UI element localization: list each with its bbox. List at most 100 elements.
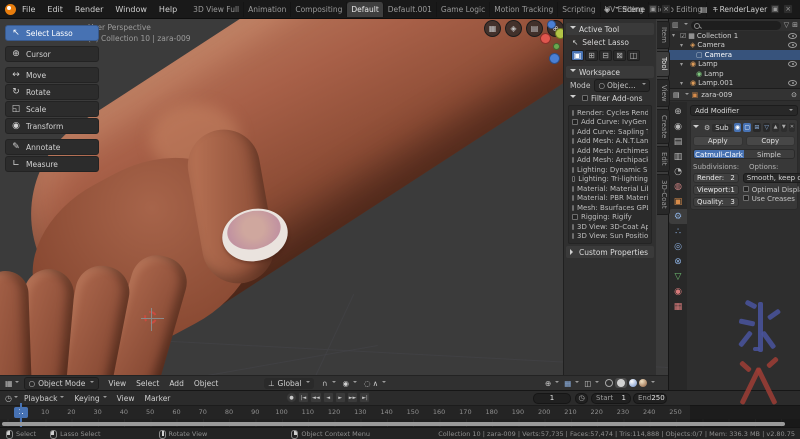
sidebar-tab-tool[interactable]: Tool — [657, 51, 670, 77]
chevron-down-icon[interactable] — [555, 381, 559, 385]
addon-checkbox[interactable] — [572, 195, 574, 201]
sidebar-tab-3d-coat[interactable]: 3D-Coat — [657, 174, 670, 215]
axis-minus-y-handle[interactable] — [553, 43, 560, 50]
chevron-down-icon[interactable] — [651, 381, 655, 385]
solid-shading-button[interactable] — [617, 379, 625, 387]
workspace-mode-dropdown[interactable]: ○ Objec... — [594, 79, 650, 92]
properties-tab-render[interactable]: ◉ — [669, 119, 687, 134]
tool-scale[interactable]: ◱ Scale — [5, 101, 99, 117]
active-tool-panel-header[interactable]: Active Tool — [566, 23, 654, 35]
menu-timeline-view[interactable]: View — [117, 394, 135, 403]
workspace-tab-motion-tracking[interactable]: Motion Tracking — [490, 2, 558, 17]
close-scene-button[interactable]: × — [661, 4, 671, 14]
new-scene-button[interactable]: ▣ — [648, 4, 658, 14]
chevron-down-icon[interactable] — [353, 381, 357, 385]
addon-checkbox[interactable] — [572, 157, 574, 163]
addon-material-library[interactable]: Material: Material Lib... — [572, 184, 648, 194]
pivot-point-icon[interactable]: ◉ — [343, 379, 350, 388]
properties-tab-modifiers[interactable]: ⚙ — [669, 209, 687, 224]
properties-tab-particles[interactable]: ∴ — [669, 224, 687, 239]
disclosure-triangle-icon[interactable]: ▾ — [680, 42, 686, 49]
tool-measure[interactable]: ∟ Measure — [5, 156, 99, 172]
outliner-display-mode-icon[interactable]: ▥ — [672, 21, 679, 29]
addon-checkbox[interactable] — [572, 138, 574, 144]
timeline-ruler[interactable]: 1020304050607080901001101201301401501601… — [0, 405, 800, 419]
addon-checkbox[interactable] — [572, 176, 575, 182]
previous-keyframe-button[interactable]: ◄◄ — [310, 392, 322, 403]
falloff-icon[interactable]: ∧ — [373, 379, 379, 388]
optimal-display-checkbox[interactable]: Optimal Display — [743, 185, 800, 194]
new-collection-icon[interactable]: ⊞ — [792, 21, 798, 29]
apply-button[interactable]: Apply — [693, 136, 743, 146]
close-icon[interactable]: ✕ — [789, 123, 795, 132]
addon-checkbox[interactable] — [572, 233, 574, 239]
addon-archimesh[interactable]: Add Mesh: Archimesh — [572, 146, 648, 156]
outliner-search-input[interactable] — [691, 21, 781, 30]
close-render-layer-button[interactable]: × — [783, 4, 793, 14]
pin-icon[interactable]: ⊙ — [791, 91, 797, 99]
menu-object[interactable]: Object — [194, 379, 218, 388]
play-button[interactable]: ► — [335, 392, 346, 403]
custom-properties-panel-header[interactable]: Custom Properties — [566, 246, 654, 258]
simple-button[interactable]: Simple — [744, 150, 794, 158]
auto-keyframe-button[interactable]: ◷ — [575, 393, 588, 404]
scene-selector[interactable]: ◈ Scene ▣ × — [604, 2, 671, 16]
end-frame-field[interactable]: End250 — [633, 393, 667, 404]
addon-pbr-material[interactable]: Material: PBR Materi... — [572, 194, 648, 204]
workspace-tab-game-logic[interactable]: Game Logic — [437, 2, 490, 17]
workspace-tab-default[interactable]: Default — [347, 2, 383, 17]
addon-checkbox[interactable] — [572, 214, 578, 220]
use-creases-checkbox[interactable]: Use Creases — [743, 194, 800, 203]
workspace-tab-3d-view-full[interactable]: 3D View Full — [189, 2, 244, 17]
properties-tab-texture[interactable]: ▦ — [669, 299, 687, 314]
outliner-row-camera-data[interactable]: ▢ Camera — [669, 50, 800, 60]
jump-to-start-button[interactable]: |◄ — [298, 392, 309, 403]
filter-addons-row[interactable]: Filter Add-ons — [566, 92, 654, 104]
addon-3d-coat[interactable]: 3D View: 3D-Coat Ap... — [572, 222, 648, 232]
menu-playback[interactable]: Playback — [24, 394, 64, 403]
workspace-panel-header[interactable]: Workspace — [566, 66, 654, 78]
overlays-toggle-icon[interactable]: ▦ — [564, 379, 571, 388]
outliner-row-lamp-001[interactable]: ▾ ◉ Lamp.001 — [669, 79, 800, 89]
eye-icon[interactable] — [788, 33, 797, 39]
tool-cursor[interactable]: ⊕ Cursor — [5, 46, 99, 62]
checkbox[interactable] — [743, 195, 749, 201]
addon-checkbox[interactable] — [572, 167, 574, 173]
addon-cycles[interactable]: Render: Cycles Rend... — [572, 108, 648, 118]
material-preview-shading-button[interactable] — [629, 379, 637, 387]
properties-tab-material[interactable]: ◉ — [669, 284, 687, 299]
rendered-shading-button[interactable] — [639, 379, 647, 387]
chevron-down-icon[interactable] — [382, 381, 386, 385]
tool-move[interactable]: ↔ Move — [5, 67, 99, 83]
move-modifier-down-button[interactable]: ▼ — [781, 123, 787, 132]
addon-sun-position[interactable]: 3D View: Sun Position — [572, 232, 648, 242]
menu-window[interactable]: Window — [115, 5, 147, 14]
outliner-row-lamp-data[interactable]: ◉ Lamp — [669, 69, 800, 79]
properties-editor-icon[interactable]: ▤ — [673, 91, 680, 99]
perspective-toggle-button[interactable]: ▦ — [484, 20, 501, 37]
properties-tab-world[interactable]: ◍ — [669, 179, 687, 194]
menu-render[interactable]: Render — [75, 5, 103, 14]
menu-keying[interactable]: Keying — [74, 394, 106, 403]
addon-checkbox[interactable] — [572, 186, 574, 192]
addon-checkbox[interactable] — [572, 205, 574, 211]
render-visibility-toggle[interactable]: ◉ — [734, 123, 742, 132]
filter-addons-checkbox[interactable] — [582, 95, 588, 101]
properties-tab-object-data[interactable]: ▽ — [669, 269, 687, 284]
start-frame-field[interactable]: Start1 — [591, 393, 631, 404]
menu-select[interactable]: Select — [136, 379, 159, 388]
wireframe-shading-button[interactable] — [605, 379, 613, 387]
quality-field[interactable]: Quality: 3 — [693, 197, 739, 207]
menu-edit[interactable]: Edit — [47, 5, 63, 14]
chevron-down-icon[interactable] — [332, 381, 336, 385]
filter-icon[interactable]: ▽ — [784, 21, 789, 29]
proportional-editing-icon[interactable]: ◌ — [364, 379, 371, 388]
checkbox[interactable] — [743, 186, 749, 192]
axis-x-handle[interactable] — [540, 33, 551, 44]
menu-add[interactable]: Add — [169, 379, 184, 388]
render-layer-selector[interactable]: ▤ RenderLayer ▣ × — [700, 2, 793, 16]
addon-checkbox[interactable] — [572, 119, 578, 125]
workspace-tab-compositing[interactable]: Compositing — [291, 2, 347, 17]
magnet-icon[interactable]: ∩ — [322, 379, 328, 388]
addon-checkbox[interactable] — [572, 224, 574, 230]
